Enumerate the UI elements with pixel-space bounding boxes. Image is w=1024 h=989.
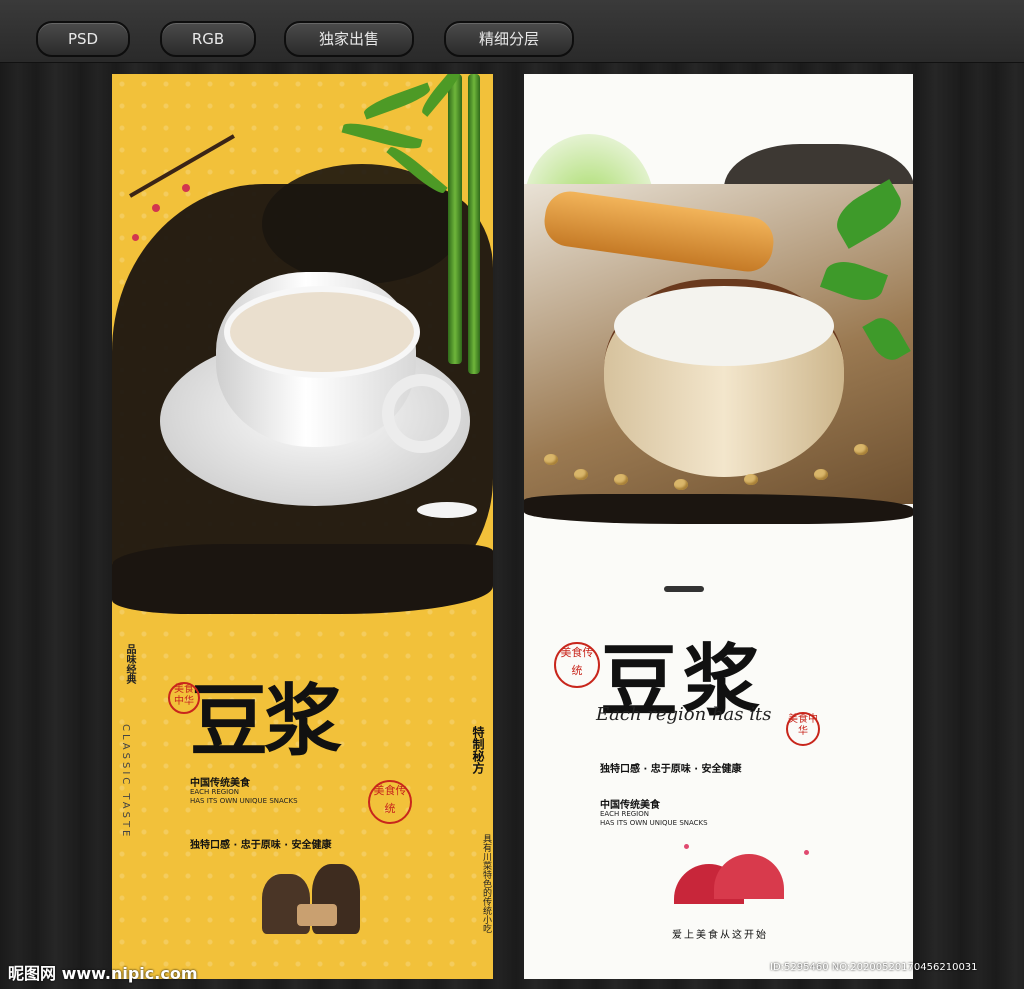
cup-handle	[382, 374, 461, 453]
ink-stroke	[524, 494, 913, 524]
sub-text: EACH REGION	[190, 788, 239, 796]
script-text: Each region has its	[596, 704, 772, 725]
seal-big: 美食传统	[368, 780, 412, 824]
seal-small: 美食中华	[168, 682, 200, 714]
bamboo-leaf	[341, 118, 423, 154]
soybean	[814, 469, 828, 480]
headline: 中国传统美食	[190, 778, 250, 789]
watermark-right: ID:5295460 NO:20200520170456210031	[770, 962, 978, 973]
bamboo-stalk	[448, 74, 462, 364]
soybean	[744, 474, 758, 485]
fan-illustration	[714, 854, 784, 899]
bamboo-stalk	[468, 74, 480, 374]
table-illustration	[297, 904, 337, 926]
seal-left: 美食传统	[554, 642, 600, 688]
soybean	[544, 454, 558, 465]
vertical-text: 特制秘方	[471, 726, 485, 774]
left-poster: 品味经典 CLASSIC TASTE 豆浆 美食中华 特制秘方 具有川菜特色的传…	[112, 74, 493, 979]
bamboo-leaf	[361, 82, 433, 120]
watermark-left: 昵图网 www.nipic.com	[8, 964, 198, 983]
boat-illustration	[664, 586, 704, 592]
plum-blossom	[684, 844, 689, 849]
soybean	[854, 444, 868, 455]
tag-rgb[interactable]: RGB	[160, 21, 256, 57]
vertical-text: CLASSIC TASTE	[120, 724, 131, 840]
headline: 中国传统美食	[600, 800, 660, 811]
ink-stroke	[112, 544, 493, 614]
tag-bar: PSD RGB 独家出售 精细分层	[0, 0, 1024, 63]
soybean	[574, 469, 588, 480]
tag-exclusive[interactable]: 独家出售	[284, 21, 414, 57]
bottom-line: 爱上美食从这开始	[672, 930, 768, 941]
slogan: 独特口感 · 忠于原味 · 安全健康	[600, 764, 742, 775]
plum-blossom	[132, 234, 139, 241]
poster-title: 豆浆	[190, 677, 342, 767]
stage: PSD RGB 独家出售 精细分层 品味经典 CLASSIC TASTE 豆浆	[0, 0, 1024, 989]
soy-milk-surface	[614, 286, 834, 366]
vertical-text: 品味经典	[124, 644, 135, 684]
sub-text: HAS ITS OWN UNIQUE SNACKS	[600, 819, 708, 827]
soy-milk-surface	[224, 286, 420, 378]
plum-blossom	[152, 204, 160, 212]
cloud	[417, 502, 477, 518]
right-poster: 美食传统 豆浆 Each region has its 美食中华 独特口感 · …	[524, 74, 913, 979]
tag-layers[interactable]: 精细分层	[444, 21, 574, 57]
tag-psd[interactable]: PSD	[36, 21, 130, 57]
seal-right: 美食中华	[786, 712, 820, 746]
vertical-text: 具有川菜特色的传统小吃	[481, 834, 491, 933]
soybean	[614, 474, 628, 485]
slogan: 独特口感 · 忠于原味 · 安全健康	[190, 840, 332, 851]
soybean	[674, 479, 688, 490]
plum-blossom	[804, 850, 809, 855]
plum-blossom	[182, 184, 190, 192]
sub-text: EACH REGION	[600, 810, 649, 818]
sub-text: HAS ITS OWN UNIQUE SNACKS	[190, 797, 298, 805]
